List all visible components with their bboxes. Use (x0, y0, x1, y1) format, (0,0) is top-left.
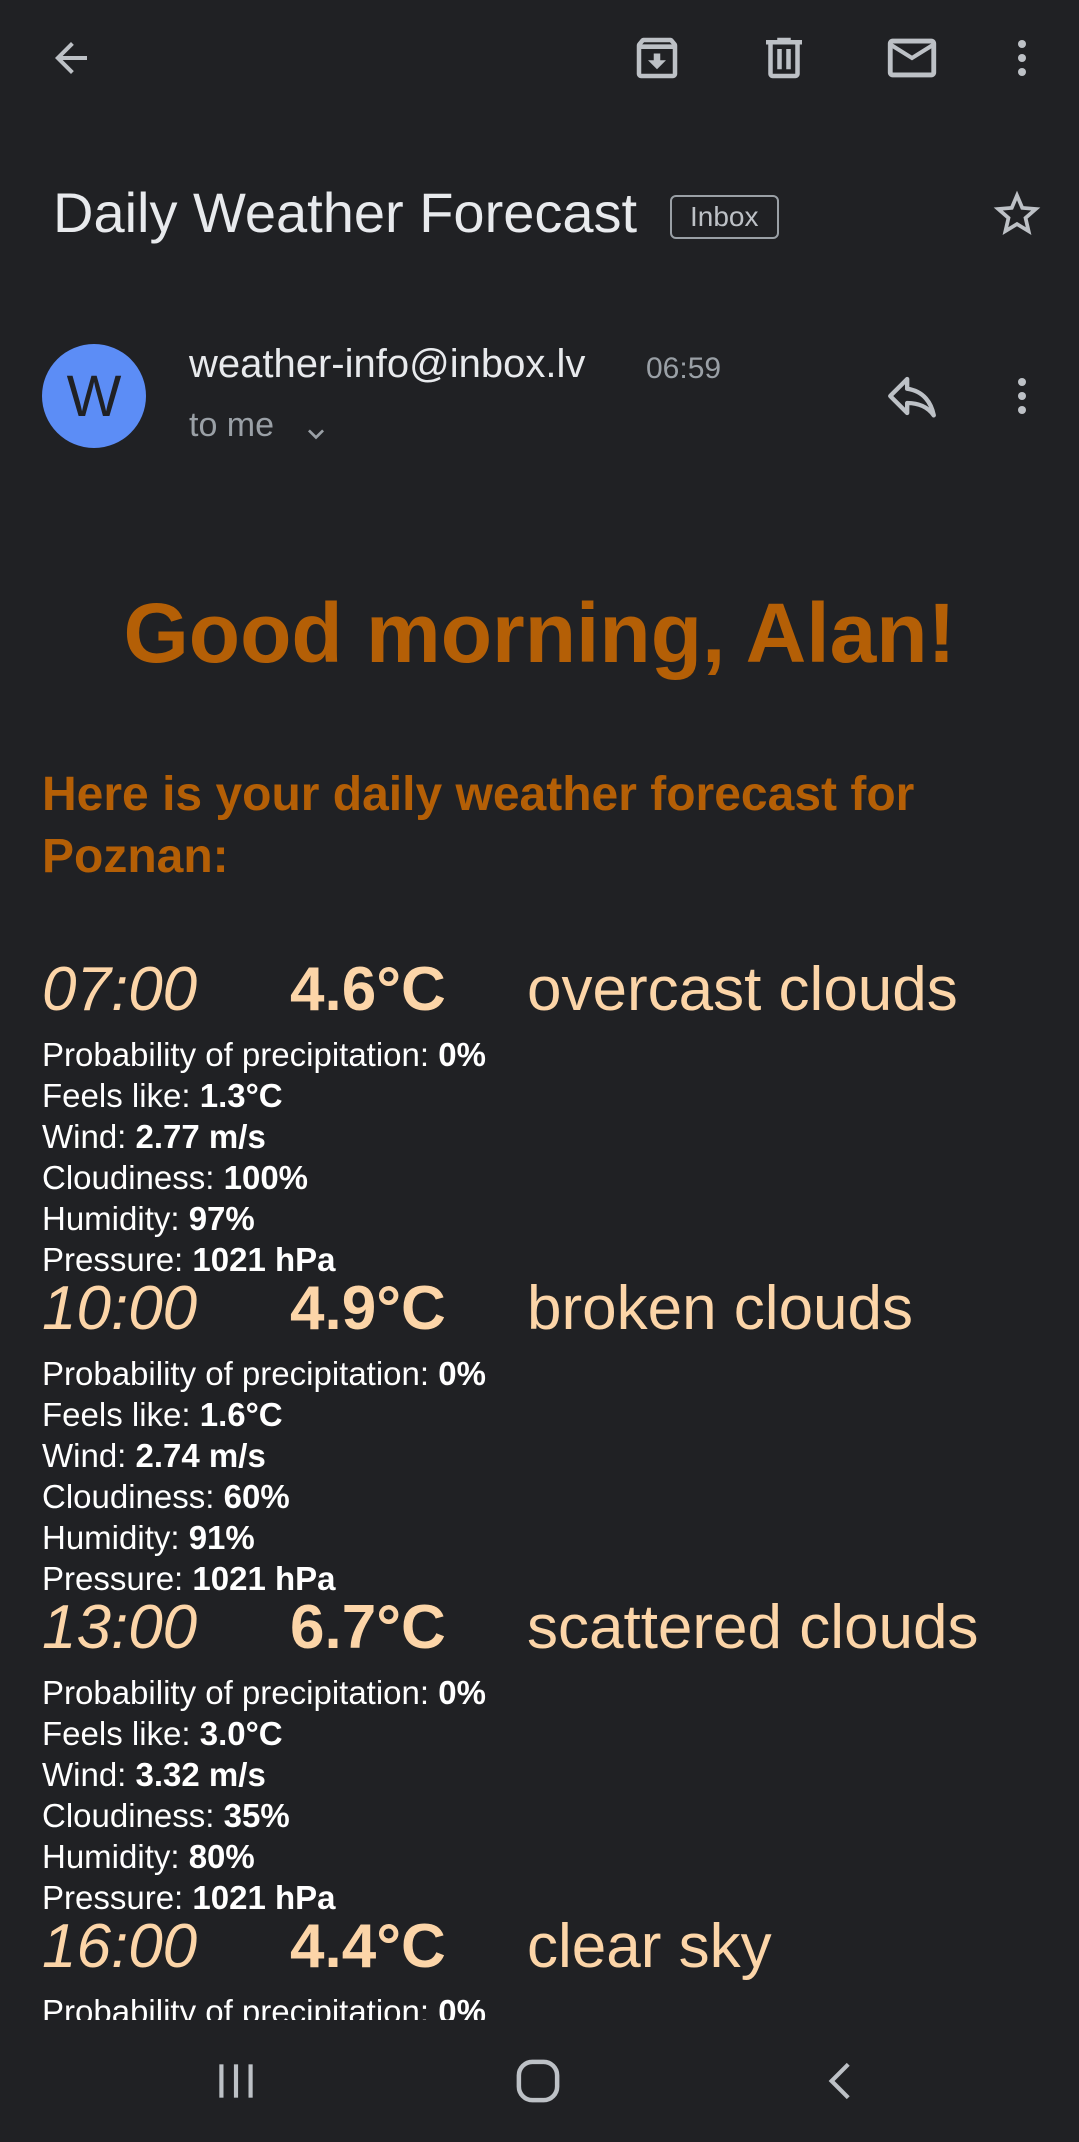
wind-value: 2.77 m/s (135, 1118, 266, 1155)
nav-back-icon (828, 2062, 850, 2100)
cloudiness-label: Cloudiness: (42, 1159, 224, 1196)
humidity-row: Humidity: 91% (42, 1517, 486, 1558)
delete-button[interactable] (748, 22, 820, 94)
cloudiness-value: 60% (223, 1478, 290, 1515)
mark-unread-button[interactable] (876, 22, 948, 94)
feels-like-value: 1.6°C (199, 1396, 283, 1433)
forecast-temperature: 4.4°C (290, 1912, 446, 1981)
precipitation-row: Probability of precipitation: 0% (42, 1672, 486, 1713)
archive-icon (636, 37, 678, 79)
star-icon (993, 190, 1041, 235)
wind-label: Wind: (42, 1118, 136, 1155)
precipitation-label: Probability of precipitation: (42, 1355, 439, 1392)
humidity-row: Humidity: 80% (42, 1836, 486, 1877)
cloudiness-value: 100% (223, 1159, 309, 1196)
forecast-hour: 10:00 (42, 1274, 198, 1343)
precipitation-value: 0% (438, 1036, 486, 1073)
star-button[interactable] (981, 178, 1053, 250)
humidity-label: Humidity: (42, 1519, 189, 1556)
forecast-condition: scattered clouds (527, 1593, 979, 1662)
cloudiness-label: Cloudiness: (42, 1478, 224, 1515)
reply-button[interactable] (876, 360, 948, 432)
email-subject: Daily Weather Forecast (53, 181, 638, 244)
message-more-button[interactable] (986, 360, 1058, 432)
humidity-value: 91% (188, 1519, 255, 1556)
archive-button[interactable] (621, 22, 693, 94)
back-button[interactable] (35, 22, 107, 94)
inbox-label-chip[interactable]: Inbox (670, 195, 779, 239)
forecast-hour: 13:00 (42, 1593, 198, 1662)
wind-value: 2.74 m/s (135, 1437, 266, 1474)
more-vert-icon (1018, 378, 1026, 414)
home-button[interactable] (502, 2045, 574, 2117)
more-vert-icon (1018, 40, 1026, 76)
precipitation-label: Probability of precipitation: (42, 1674, 439, 1711)
home-icon (516, 2059, 560, 2103)
feels-like-label: Feels like: (42, 1396, 200, 1433)
forecast-details: Probability of precipitation: 0% Feels l… (42, 1672, 486, 1918)
wind-label: Wind: (42, 1756, 136, 1793)
system-navigation-bar (0, 2020, 1079, 2142)
recent-apps-icon (219, 2064, 253, 2098)
cloudiness-row: Cloudiness: 60% (42, 1476, 486, 1517)
precipitation-label: Probability of precipitation: (42, 1036, 439, 1073)
feels-like-value: 3.0°C (199, 1715, 283, 1752)
humidity-label: Humidity: (42, 1200, 189, 1237)
humidity-value: 97% (188, 1200, 255, 1237)
humidity-row: Humidity: 97% (42, 1198, 486, 1239)
humidity-label: Humidity: (42, 1838, 189, 1875)
wind-row: Wind: 3.32 m/s (42, 1754, 486, 1795)
more-options-button[interactable] (986, 22, 1058, 94)
trash-icon (766, 37, 802, 79)
forecast-condition: clear sky (527, 1912, 772, 1981)
precipitation-row: Probability of precipitation: 0% (42, 1034, 486, 1075)
humidity-value: 80% (188, 1838, 255, 1875)
forecast-hour: 07:00 (42, 955, 198, 1024)
arrow-left-icon (55, 42, 87, 74)
sender-avatar[interactable]: W (42, 344, 146, 448)
greeting-heading: Good morning, Alan! (123, 586, 956, 680)
wind-row: Wind: 2.74 m/s (42, 1435, 486, 1476)
intro-text: Here is your daily weather forecast for … (42, 768, 915, 883)
cloudiness-value: 35% (223, 1797, 290, 1834)
sender-address[interactable]: weather-info@inbox.lv (189, 342, 585, 387)
cloudiness-label: Cloudiness: (42, 1797, 224, 1834)
sent-time: 06:59 (646, 352, 722, 385)
precipitation-value: 0% (438, 1355, 486, 1392)
feels-like-row: Feels like: 1.6°C (42, 1394, 486, 1435)
feels-like-label: Feels like: (42, 1715, 200, 1752)
mail-icon (887, 38, 937, 78)
forecast-details: Probability of precipitation: 0% Feels l… (42, 1034, 486, 1280)
cloudiness-row: Cloudiness: 100% (42, 1157, 486, 1198)
wind-value: 3.32 m/s (135, 1756, 266, 1793)
feels-like-value: 1.3°C (199, 1077, 283, 1114)
feels-like-row: Feels like: 1.3°C (42, 1075, 486, 1116)
chevron-down-icon[interactable] (300, 418, 332, 455)
forecast-hour: 16:00 (42, 1912, 198, 1981)
forecast-temperature: 4.6°C (290, 955, 446, 1024)
forecast-temperature: 4.9°C (290, 1274, 446, 1343)
recipient-label[interactable]: to me (189, 406, 274, 445)
wind-row: Wind: 2.77 m/s (42, 1116, 486, 1157)
forecast-condition: broken clouds (527, 1274, 914, 1343)
forecast-condition: overcast clouds (527, 955, 958, 1024)
nav-back-button[interactable] (806, 2045, 878, 2117)
precipitation-row: Probability of precipitation: 0% (42, 1353, 486, 1394)
feels-like-row: Feels like: 3.0°C (42, 1713, 486, 1754)
precipitation-value: 0% (438, 1674, 486, 1711)
forecast-details: Probability of precipitation: 0% Feels l… (42, 1353, 486, 1599)
recent-apps-button[interactable] (200, 2045, 272, 2117)
feels-like-label: Feels like: (42, 1077, 200, 1114)
forecast-temperature: 6.7°C (290, 1593, 446, 1662)
wind-label: Wind: (42, 1437, 136, 1474)
reply-icon (888, 376, 936, 418)
cloudiness-row: Cloudiness: 35% (42, 1795, 486, 1836)
